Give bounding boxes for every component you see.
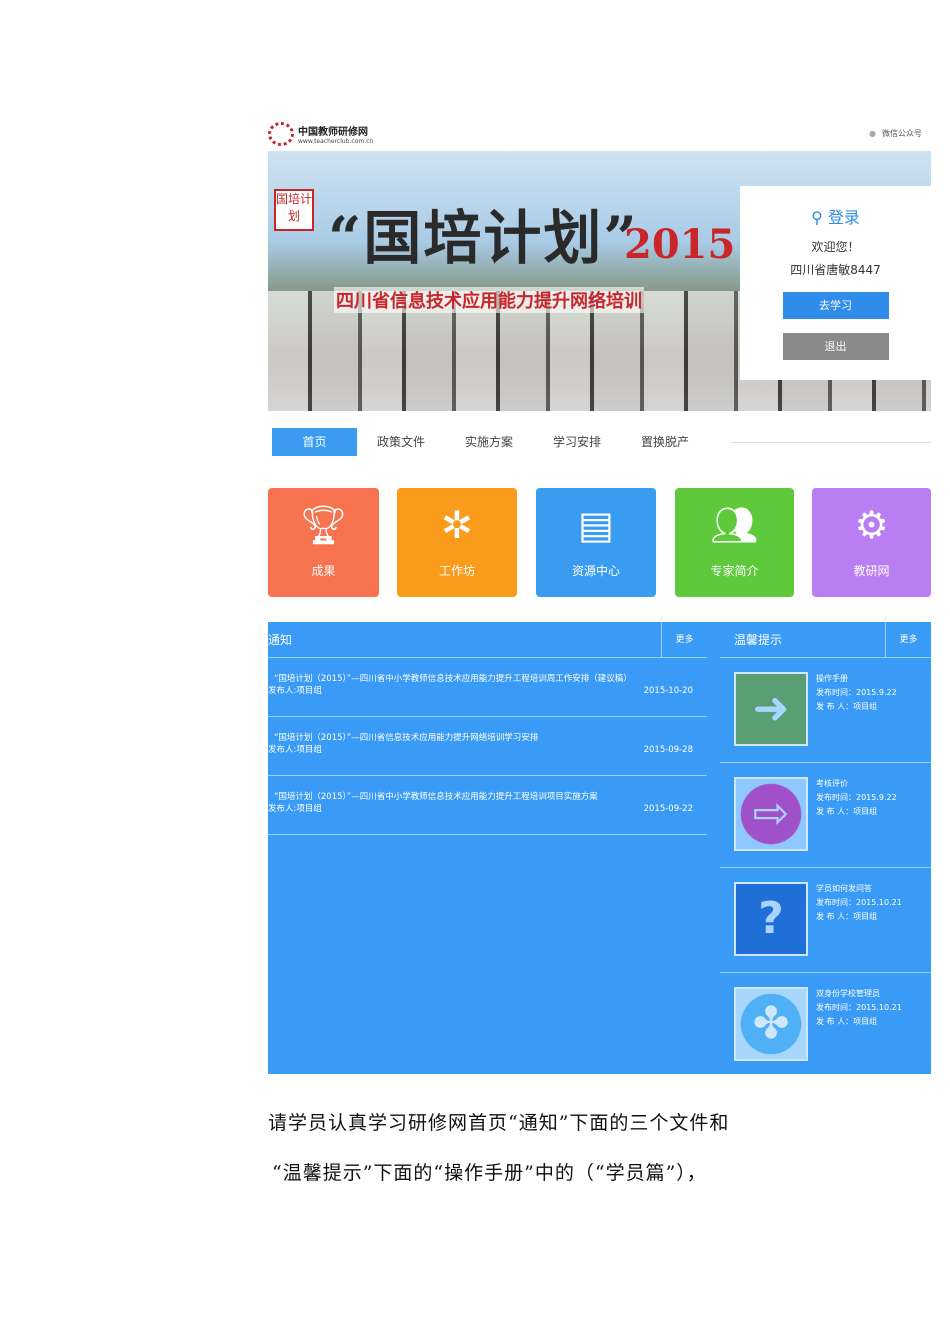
notice-item[interactable]: “国培计划（2015）”—四川省中小学教师信息技术应用能力提升工程培训周工作安排… <box>268 658 707 717</box>
notice-item-title[interactable]: “国培计划（2015）”—四川省信息技术应用能力提升网络培训学习安排 <box>268 731 707 743</box>
wechat-label: 微信公众号 <box>882 129 922 138</box>
logo-icon <box>268 122 294 146</box>
notice-date: 2015-09-28 <box>643 745 693 755</box>
login-panel: ⚲ 登录 欢迎您！ 四川省唐敏8447 去学习 退出 <box>740 186 931 380</box>
tile-experts[interactable]: 👥︎ 专家简介 <box>675 488 794 597</box>
tile-achievements[interactable]: 🏆︎ 成果 <box>268 488 379 597</box>
logo-title: 中国教师研修网 <box>298 127 368 138</box>
tip-title[interactable]: 双身份学校管理员 <box>816 987 902 1001</box>
notice-item-title[interactable]: “国培计划（2015）”—四川省中小学教师信息技术应用能力提升工程培训周工作安排… <box>268 672 707 684</box>
wechat-icon: ● <box>869 129 876 138</box>
banner-subtitle: 四川省信息技术应用能力提升网络培训 <box>334 287 644 313</box>
dotted-arrow-icon: ⇨ <box>734 777 808 851</box>
tip-time: 发布时间：2015.10.21 <box>816 1003 902 1012</box>
tip-time: 发布时间：2015.9.22 <box>816 793 897 802</box>
network-icon: ✲ <box>441 503 473 547</box>
question-icon: ? <box>734 882 808 956</box>
tip-publisher: 发 布 人：项目组 <box>816 912 878 921</box>
tip-time: 发布时间：2015.9.22 <box>816 688 897 697</box>
login-title: 登录 <box>827 208 860 227</box>
notice-more-link[interactable]: 更多 <box>661 621 707 658</box>
main-nav: 首页 政策文件 实施方案 学习安排 置换脱产 <box>268 428 931 456</box>
notice-publisher: 发布人:项目组 <box>268 804 322 814</box>
welcome-text: 欢迎您！ <box>811 240 860 254</box>
tip-publisher: 发 布 人：项目组 <box>816 807 878 816</box>
notice-item[interactable]: “国培计划（2015）”—四川省信息技术应用能力提升网络培训学习安排 发布人:项目… <box>268 717 707 776</box>
tile-label: 资源中心 <box>571 564 620 578</box>
wechat-link[interactable]: ● 微信公众号 <box>869 128 922 139</box>
tile-resources[interactable]: ▤ 资源中心 <box>536 488 656 597</box>
tile-label: 成果 <box>311 564 336 578</box>
nav-rotation[interactable]: 置换脱产 <box>621 428 709 456</box>
tips-title: 温馨提示 <box>734 633 783 647</box>
clover-icon: ✤ <box>734 987 808 1061</box>
study-button[interactable]: 去学习 <box>782 292 889 319</box>
notice-item-title[interactable]: “国培计划（2015）”—四川省中小学教师信息技术应用能力提升工程培训项目实施方… <box>268 790 707 802</box>
tile-label: 工作坊 <box>438 564 475 578</box>
notice-section: 通知 更多 “国培计划（2015）”—四川省中小学教师信息技术应用能力提升工程培训… <box>268 621 707 835</box>
trophy-icon: 🏆︎ <box>299 503 348 547</box>
notice-publisher: 发布人:项目组 <box>268 745 322 755</box>
notice-item[interactable]: “国培计划（2015）”—四川省中小学教师信息技术应用能力提升工程培训项目实施方… <box>268 776 707 835</box>
banner-year: 2015 <box>624 221 736 268</box>
tip-publisher: 发 布 人：项目组 <box>816 702 878 711</box>
users-icon: 👥︎ <box>710 503 759 547</box>
nav-schedule[interactable]: 学习安排 <box>533 428 621 456</box>
tip-title[interactable]: 学员如何发问答 <box>816 882 902 896</box>
tile-label: 专家简介 <box>710 564 759 578</box>
caption-line-2: “温馨提示”下面的“操作手册”中的（“学员篇”）， <box>272 1162 707 1184</box>
arrow-right-icon: ➜ <box>734 672 808 746</box>
caption-line-1: 请学员认真学习研修网首页“通知”下面的三个文件和 <box>268 1112 730 1134</box>
archive-icon: ▤ <box>578 503 614 547</box>
tips-section: 温馨提示 更多 ➜ 操作手册发布时间：2015.9.22 发 布 人：项目组 ⇨ 考核评… <box>720 621 931 1078</box>
logo-url: www.teacherclub.com.cn <box>298 138 374 145</box>
tip-item[interactable]: ⇨ 考核评价发布时间：2015.9.22 发 布 人：项目组 <box>720 763 931 868</box>
nav-home[interactable]: 首页 <box>272 428 357 456</box>
tips-more-link[interactable]: 更多 <box>885 621 931 658</box>
tip-title[interactable]: 操作手册 <box>816 672 897 686</box>
tile-workshop[interactable]: ✲ 工作坊 <box>397 488 517 597</box>
nav-plan[interactable]: 实施方案 <box>445 428 533 456</box>
notice-title: 通知 <box>268 633 293 647</box>
notice-date: 2015-09-22 <box>643 804 693 814</box>
tip-item[interactable]: ? 学员如何发问答发布时间：2015.10.21 发 布 人：项目组 <box>720 868 931 973</box>
tip-publisher: 发 布 人：项目组 <box>816 1017 878 1026</box>
logout-button[interactable]: 退出 <box>782 333 889 360</box>
content-panel: 通知 更多 “国培计划（2015）”—四川省中小学教师信息技术应用能力提升工程培训… <box>268 621 931 1074</box>
notice-publisher: 发布人:项目组 <box>268 686 322 696</box>
tip-title[interactable]: 考核评价 <box>816 777 897 791</box>
banner-seal: 国培计划 <box>274 189 314 231</box>
site-logo[interactable]: 中国教师研修网 www.teacherclub.com.cn <box>268 122 373 146</box>
nav-policy[interactable]: 政策文件 <box>357 428 445 456</box>
tile-label: 教研网 <box>853 564 890 578</box>
gear-icon: ⚙ <box>854 503 889 547</box>
user-icon: ⚲ <box>811 208 828 227</box>
tip-item[interactable]: ➜ 操作手册发布时间：2015.9.22 发 布 人：项目组 <box>720 658 931 763</box>
banner-title: “国培计划” <box>328 204 639 272</box>
notice-date: 2015-10-20 <box>643 686 693 696</box>
tile-research[interactable]: ⚙ 教研网 <box>812 488 931 597</box>
tip-item[interactable]: ✤ 双身份学校管理员发布时间：2015.10.21 发 布 人：项目组 <box>720 973 931 1078</box>
username: 四川省唐敏8447 <box>790 263 881 277</box>
tip-time: 发布时间：2015.10.21 <box>816 898 902 907</box>
